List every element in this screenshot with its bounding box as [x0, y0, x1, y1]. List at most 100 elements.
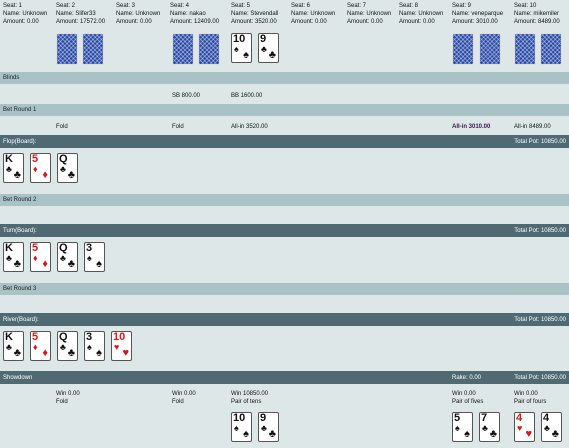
seat-10-action: All-in 8489.00	[514, 124, 551, 130]
seat-name: Name: veneparque	[452, 11, 504, 17]
seat-number: Seat: 3	[116, 3, 136, 9]
club-icon: ♣	[13, 258, 21, 270]
seat-5-showdown-card: 10 ♠ ♠	[231, 412, 252, 442]
seat-amount: Amount: 0.00	[347, 19, 383, 25]
seat-name: Name: Unknown	[399, 11, 444, 17]
section-title: Bet Round 3	[3, 286, 37, 292]
river-header: River(Board): Total Pot: 10850.00	[0, 313, 569, 326]
spade-icon: ♠	[96, 258, 102, 270]
club-icon: ♣	[6, 342, 12, 352]
spade-icon: ♠	[87, 253, 92, 263]
seat-amount: Amount: 12409.00	[170, 19, 220, 25]
seat-number: Seat: 4	[170, 3, 190, 9]
seat-number: Seat: 8	[399, 3, 419, 9]
total-pot: Total Pot: 10850.00	[514, 316, 566, 323]
board-card: Q ♣ ♣	[57, 331, 78, 361]
club-icon: ♣	[544, 423, 550, 433]
spade-icon: ♠	[464, 428, 470, 440]
club-icon: ♣	[261, 423, 267, 433]
board-card: K ♣ ♣	[3, 331, 24, 361]
seat-5-hand: Pair of tens	[231, 399, 262, 405]
board-card: Q ♣ ♣	[57, 153, 78, 183]
seat-5-info: Seat: 5 Name: Stevendall Amount: 3520.00	[231, 2, 278, 26]
turn-header: Turn(Board): Total Pot: 10850.00	[0, 224, 569, 237]
seat-10-hand: Pair of fours	[514, 399, 547, 405]
section-title: Blinds	[3, 75, 20, 81]
total-pot: Total Pot: 10850.00	[514, 138, 566, 145]
seat-name: Name: Unknown	[116, 11, 161, 17]
seat-5-hole-card-1: 10 ♠ ♠	[231, 33, 252, 63]
club-icon: ♣	[13, 169, 21, 181]
seat-5-showdown-card: 9 ♣ ♣	[258, 412, 279, 442]
seat-number: Seat: 7	[347, 3, 367, 9]
diamond-icon: ♦	[33, 164, 38, 174]
board-card: 5 ♦ ♦	[30, 331, 51, 361]
club-icon: ♣	[482, 423, 488, 433]
seat-name: Name: nakao	[170, 11, 206, 17]
seat-3-info: Seat: 3 Name: Unknown Amount: 0.00	[116, 2, 160, 26]
seat-10-showdown-card: 4 ♣ ♣	[541, 412, 562, 442]
blinds-header: Blinds	[0, 72, 569, 84]
board-card: 3 ♠ ♠	[84, 242, 105, 272]
seat-name: Name: mikemiler	[514, 11, 560, 17]
seat-name: Name: Stevendall	[231, 11, 279, 17]
seat-5-win: Win 10850.00	[231, 391, 269, 397]
club-icon: ♣	[13, 347, 21, 359]
seat-9-win: Win 0.00	[452, 391, 476, 397]
club-icon: ♣	[261, 44, 267, 54]
seat-9-action: All-in 3010.00	[452, 124, 491, 130]
seat-2-win: Win 0.00	[56, 391, 80, 397]
board-card: 5 ♦ ♦	[30, 242, 51, 272]
spade-icon: ♠	[234, 423, 239, 433]
heart-icon: ♥	[122, 347, 129, 359]
board-card: 3 ♠ ♠	[84, 331, 105, 361]
board-card: K ♣ ♣	[3, 242, 24, 272]
club-icon: ♣	[67, 347, 75, 359]
seat-number: Seat: 10	[514, 3, 537, 9]
seat-5-hole-card-2: 9 ♣ ♣	[258, 33, 279, 63]
seat-10-win: Win 0.00	[514, 391, 538, 397]
spade-icon: ♠	[243, 49, 249, 61]
seat-amount: Amount: 3010.00	[452, 19, 498, 25]
diamond-icon: ♦	[42, 347, 48, 359]
card-back	[479, 33, 501, 65]
spade-icon: ♠	[87, 342, 92, 352]
spade-icon: ♠	[455, 423, 460, 433]
club-icon: ♣	[60, 253, 66, 263]
seat-name: Name: Unknown	[291, 11, 336, 17]
seat-9-hand: Pair of fives	[452, 399, 484, 405]
seat-amount: Amount: 8489.00	[514, 19, 560, 25]
board-card: 10 ♥ ♥	[111, 331, 132, 361]
seat-4-info: Seat: 4 Name: nakao Amount: 12409.00	[170, 2, 219, 26]
board-card: 5 ♦ ♦	[30, 153, 51, 183]
seat-amount: Amount: 3520.00	[231, 19, 277, 25]
card-back	[56, 33, 78, 65]
seat-2-result: Fold	[56, 399, 68, 405]
section-title: Bet Round 1	[3, 107, 37, 113]
seat-2-action: Fold	[56, 124, 68, 130]
club-icon: ♣	[67, 169, 75, 181]
club-icon: ♣	[67, 258, 75, 270]
seat-amount: Amount: 0.00	[291, 19, 327, 25]
heart-icon: ♥	[517, 423, 523, 433]
seat-5-action: All-in 3520.00	[231, 124, 268, 130]
card-back	[452, 33, 474, 65]
board-card: Q ♣ ♣	[57, 242, 78, 272]
bet-round-1-header: Bet Round 1	[0, 104, 569, 116]
seat-number: Seat: 9	[452, 3, 472, 9]
club-icon: ♣	[268, 428, 276, 440]
total-pot: Total Pot: 10850.00	[514, 374, 566, 381]
bet-round-3-header: Bet Round 3	[0, 283, 569, 295]
total-pot: Total Pot: 10850.00	[514, 227, 566, 234]
seat-name: Name: Unknown	[347, 11, 392, 17]
card-back	[82, 33, 104, 65]
big-blind: BB 1600.00	[231, 93, 263, 99]
seat-2-info: Seat: 2 Name: Slifer33 Amount: 17572.00	[56, 2, 105, 26]
showdown-header: Showdown Rake: 0.00 Total Pot: 10850.00	[0, 371, 569, 384]
card-back	[198, 33, 220, 65]
diamond-icon: ♦	[42, 169, 48, 181]
club-icon: ♣	[268, 49, 276, 61]
section-title: Bet Round 2	[3, 197, 37, 203]
board-card: K ♣ ♣	[3, 153, 24, 183]
seat-8-info: Seat: 8 Name: Unknown Amount: 0.00	[399, 2, 443, 26]
